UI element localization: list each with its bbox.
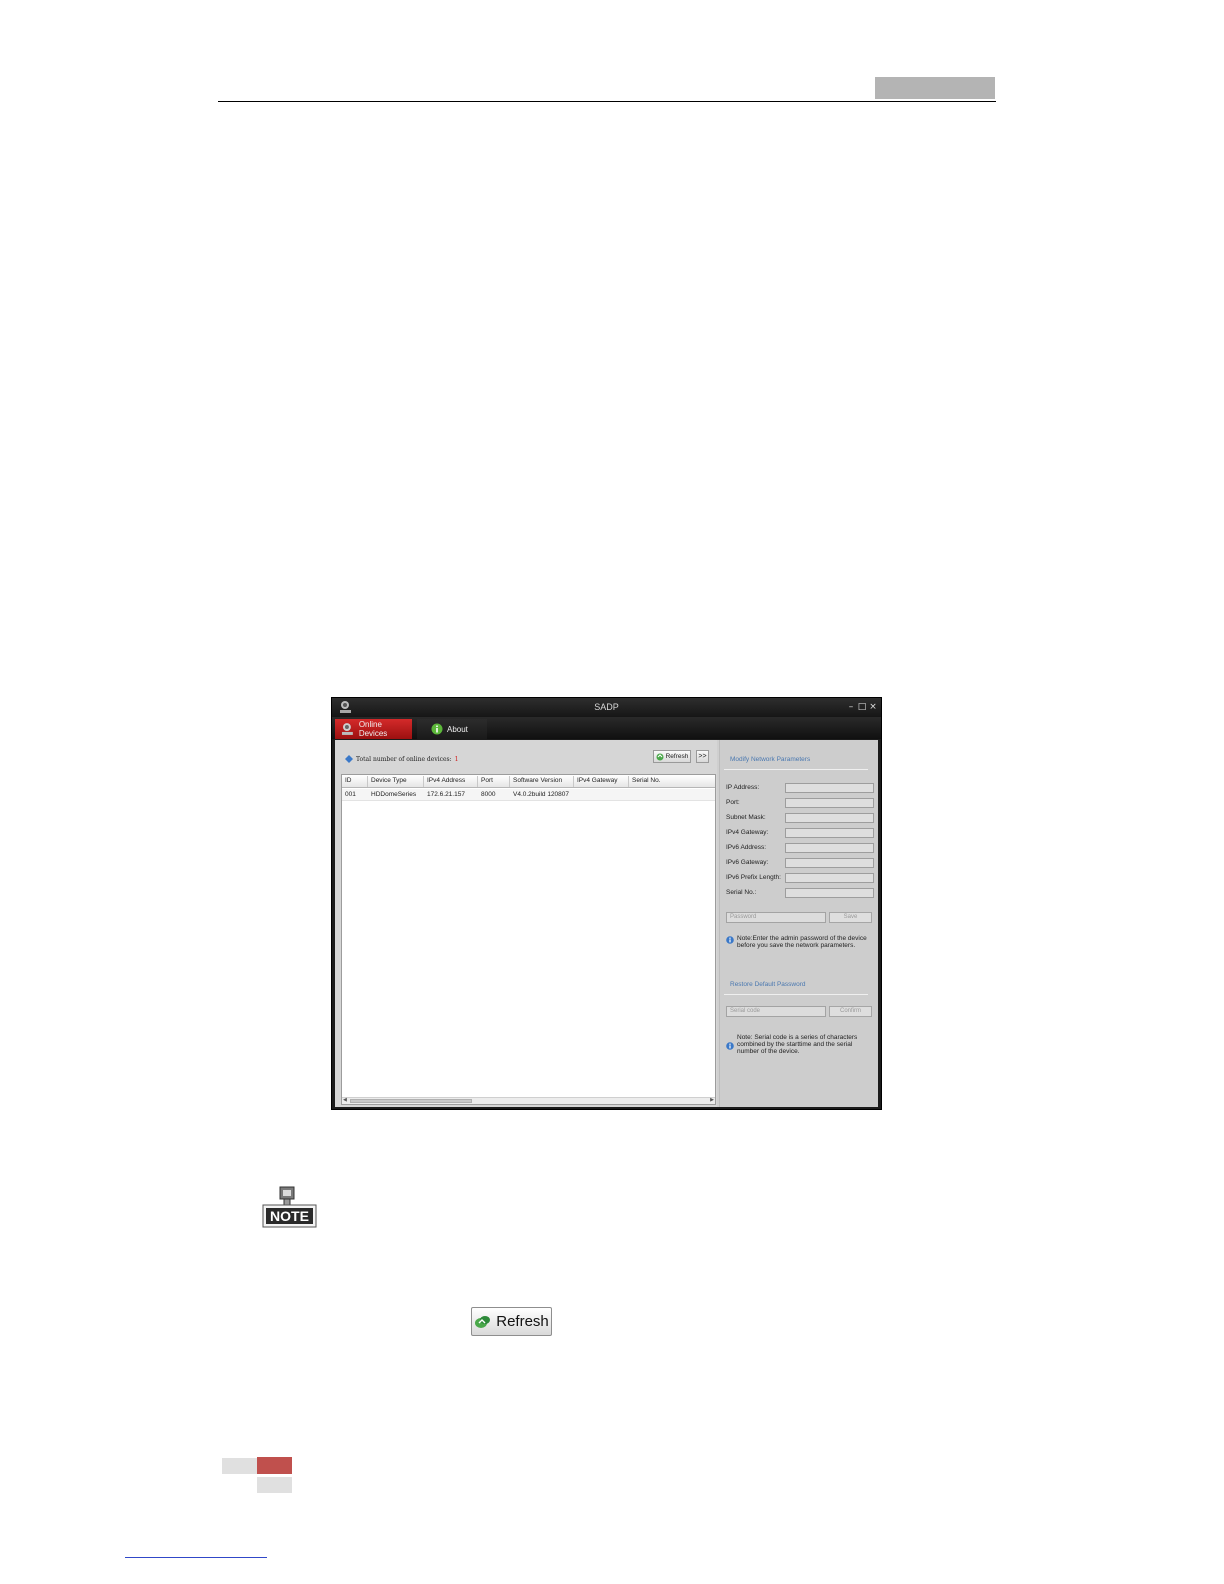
horizontal-scrollbar[interactable]: ◀ ▶ — [342, 1097, 715, 1104]
ipv4-gateway-field[interactable] — [785, 828, 874, 838]
expand-button[interactable]: >> — [696, 750, 709, 763]
serial-no-label: Serial No.: — [726, 889, 757, 896]
subnet-mask-field[interactable] — [785, 813, 874, 823]
sadp-window: SADP – □ × Online Devices About Total nu… — [331, 697, 882, 1110]
header-gray-block — [875, 77, 995, 99]
footer-red-block — [257, 1457, 292, 1474]
cell-device-type: HDDomeSeries — [371, 791, 417, 798]
column-separator — [477, 776, 478, 787]
device-table-header: ID Device Type IPv4 Address Port Softwar… — [342, 775, 715, 788]
confirm-button[interactable]: Confirm — [829, 1006, 872, 1017]
column-header-serial-no[interactable]: Serial No. — [632, 777, 661, 784]
inline-refresh-label: Refresh — [496, 1313, 549, 1330]
device-list-pane: Total number of online devices: 1 Refres… — [335, 740, 717, 1107]
restore-password-title: Restore Default Password — [730, 981, 806, 988]
ip-address-field[interactable] — [785, 783, 874, 793]
column-header-id[interactable]: ID — [345, 777, 352, 784]
column-header-software-version[interactable]: Software Version — [513, 777, 562, 784]
scroll-right-icon[interactable]: ▶ — [710, 1097, 714, 1103]
window-content: Total number of online devices: 1 Refres… — [335, 740, 878, 1107]
online-count-value: 1 — [454, 755, 459, 763]
header-rule — [218, 101, 996, 102]
subnet-mask-label: Subnet Mask: — [726, 814, 766, 821]
info-icon — [431, 723, 443, 735]
close-icon[interactable]: × — [868, 701, 878, 713]
maximize-icon[interactable]: □ — [857, 701, 867, 713]
info-icon — [726, 1042, 734, 1050]
ipv6-address-label: IPv6 Address: — [726, 844, 767, 851]
table-row[interactable]: 001 HDDomeSeries 172.6.21.157 8000 V4.0.… — [342, 789, 715, 801]
column-separator — [628, 776, 629, 787]
column-header-device-type[interactable]: Device Type — [371, 777, 407, 784]
ipv6-gateway-field[interactable] — [785, 858, 874, 868]
minimize-icon[interactable]: – — [846, 701, 856, 713]
parameters-pane: Modify Network Parameters IP Address: Po… — [719, 740, 878, 1107]
modify-note-text: Note:Enter the admin password of the dev… — [737, 935, 867, 949]
footer-gray-block — [222, 1458, 257, 1474]
column-header-ipv4-address[interactable]: IPv4 Address — [427, 777, 465, 784]
ip-address-label: IP Address: — [726, 784, 760, 791]
tab-about[interactable]: About — [417, 719, 487, 739]
modify-note: Note:Enter the admin password of the dev… — [726, 935, 867, 949]
window-title: SADP — [594, 702, 619, 712]
footer-gray-block — [257, 1477, 292, 1493]
cell-port: 8000 — [481, 791, 496, 798]
ipv6-address-field[interactable] — [785, 843, 874, 853]
serial-no-field[interactable] — [785, 888, 874, 898]
online-count-label: Total number of online devices: — [356, 755, 452, 763]
refresh-icon — [475, 1315, 491, 1328]
ipv6-prefix-length-field[interactable] — [785, 873, 874, 883]
ipv6-prefix-length-label: IPv6 Prefix Length: — [726, 874, 781, 881]
save-button[interactable]: Save — [829, 912, 872, 923]
refresh-button-label: Refresh — [665, 753, 689, 760]
ipv6-gateway-label: IPv6 Gateway: — [726, 859, 769, 866]
column-separator — [573, 776, 574, 787]
restore-note: Note: Serial code is a series of charact… — [726, 1034, 857, 1055]
tab-online-devices-label: Online Devices — [358, 720, 388, 738]
window-titlebar: SADP – □ × — [332, 698, 881, 717]
restore-note-text: Note: Serial code is a series of charact… — [737, 1034, 858, 1055]
scrollbar-thumb[interactable] — [350, 1099, 472, 1103]
tab-about-label: About — [447, 724, 468, 734]
column-header-ipv4-gateway[interactable]: IPv4 Gateway — [577, 777, 617, 784]
note-badge-label: NOTE — [270, 1208, 309, 1224]
port-field[interactable] — [785, 798, 874, 808]
section-divider — [724, 994, 868, 995]
refresh-icon — [656, 753, 664, 760]
column-separator — [367, 776, 368, 787]
tab-online-devices[interactable]: Online Devices — [335, 719, 412, 739]
note-badge: NOTE — [262, 1185, 318, 1229]
device-count-icon — [345, 755, 353, 763]
cell-id: 001 — [345, 791, 356, 798]
column-separator — [423, 776, 424, 787]
tab-bar: Online Devices About — [332, 717, 881, 739]
column-header-port[interactable]: Port — [481, 777, 493, 784]
camera-icon — [341, 723, 353, 735]
online-count-row: Total number of online devices: 1 — [345, 753, 458, 765]
column-separator — [509, 776, 510, 787]
cell-software-version: V4.0.2build 120807 — [513, 791, 570, 798]
device-table: ID Device Type IPv4 Address Port Softwar… — [341, 774, 716, 1105]
scroll-left-icon[interactable]: ◀ — [343, 1097, 347, 1103]
refresh-button[interactable]: Refresh — [653, 750, 691, 763]
cell-ipv4-address: 172.6.21.157 — [427, 791, 465, 798]
inline-refresh-button: Refresh — [471, 1307, 552, 1336]
port-label: Port: — [726, 799, 740, 806]
modify-params-title: Modify Network Parameters — [730, 756, 811, 763]
section-divider — [724, 769, 868, 770]
ipv4-gateway-label: IPv4 Gateway: — [726, 829, 769, 836]
password-input[interactable]: Password — [726, 912, 826, 923]
footer-link-underline — [125, 1557, 267, 1558]
info-icon — [726, 936, 734, 944]
serial-code-input[interactable]: Serial code — [726, 1006, 826, 1017]
